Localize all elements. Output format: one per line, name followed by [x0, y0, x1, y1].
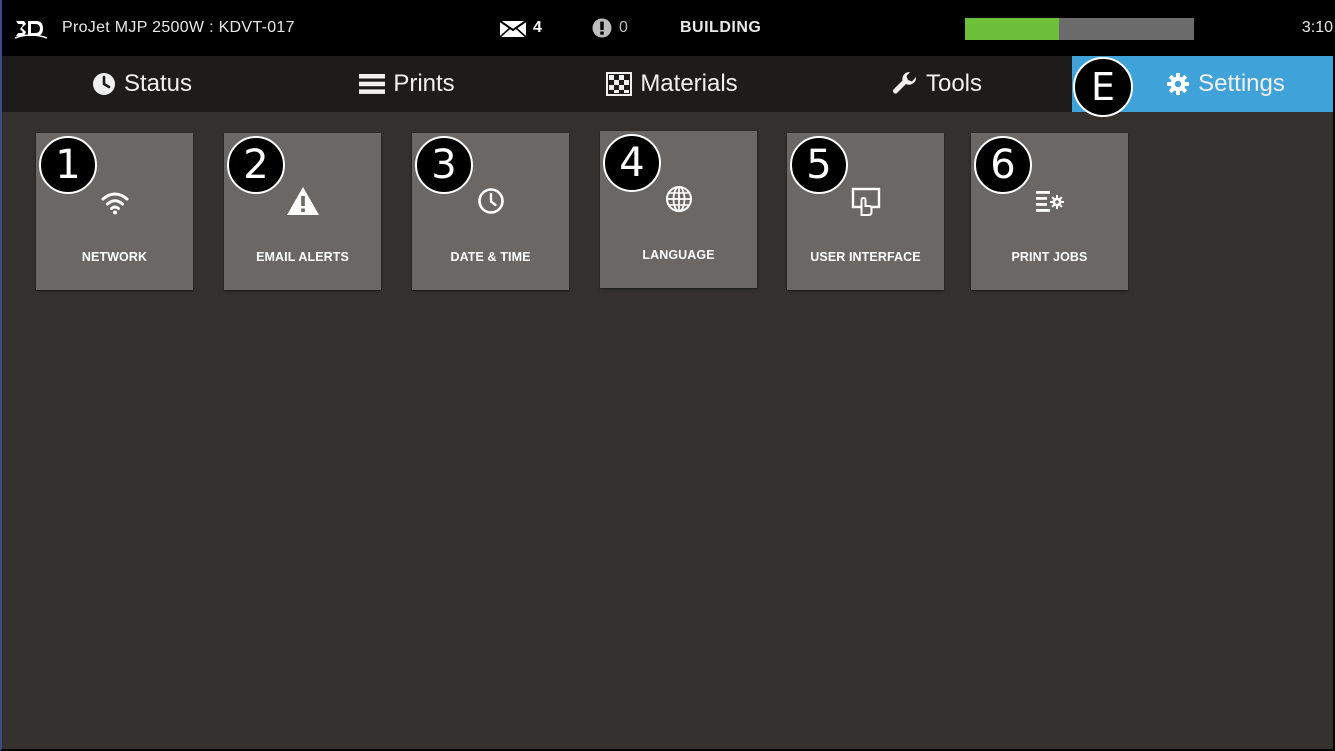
status-bar: ProJet MJP 2500W : KDVT-017 4 0 BUILDING…	[2, 0, 1333, 56]
3d-systems-logo-icon	[14, 21, 48, 39]
touch-screen-icon	[851, 187, 880, 216]
tab-prints-label: Prints	[393, 70, 455, 97]
job-settings-icon	[1035, 191, 1064, 212]
tile-label: DATE & TIME	[450, 250, 531, 264]
clock-icon	[477, 188, 504, 214]
tab-tools-label: Tools	[925, 70, 983, 97]
tab-tools[interactable]: Tools	[837, 56, 1037, 112]
tile-label: EMAIL ALERTS	[256, 250, 349, 264]
tab-status[interactable]: Status	[42, 56, 242, 112]
callout-marker-5: 5	[790, 136, 848, 194]
list-icon	[359, 74, 386, 94]
tab-prints[interactable]: Prints	[307, 56, 507, 112]
callout-marker-4: 4	[603, 134, 661, 192]
build-state: BUILDING	[680, 19, 762, 36]
print-jobs-tile[interactable]: 6 PRINT JOBS	[971, 133, 1128, 290]
wifi-icon	[101, 192, 128, 215]
printer-name: ProJet MJP 2500W : KDVT-017	[62, 19, 295, 36]
gear-icon	[1167, 73, 1190, 95]
tab-materials-label: Materials	[640, 70, 738, 97]
tab-settings-label: Settings	[1198, 70, 1285, 97]
clock-icon	[92, 73, 115, 95]
language-tile[interactable]: 4 LANGUAGE	[600, 131, 757, 288]
globe-icon	[665, 186, 692, 212]
callout-marker-6: 6	[974, 136, 1032, 194]
build-progress-bar	[965, 18, 1194, 40]
tab-status-label: Status	[123, 70, 193, 97]
checker-icon	[606, 72, 633, 96]
date-time-tile[interactable]: 3 DATE & TIME	[412, 133, 569, 290]
tile-label: PRINT JOBS	[1011, 250, 1088, 264]
wrench-icon	[892, 71, 917, 94]
exclamation-icon[interactable]	[592, 18, 612, 38]
callout-marker-2: 2	[227, 136, 285, 194]
envelope-icon[interactable]	[499, 20, 527, 38]
main-tab-bar: Status Prints Materials Tools Settings	[2, 56, 1333, 112]
printer-settings-screen: ProJet MJP 2500W : KDVT-017 4 0 BUILDING…	[0, 0, 1335, 751]
email-alerts-tile[interactable]: 2 EMAIL ALERTS	[224, 133, 381, 290]
user-interface-tile[interactable]: 5 USER INTERFACE	[787, 133, 944, 290]
callout-marker-e: E	[1073, 57, 1133, 117]
tile-label: LANGUAGE	[642, 248, 715, 262]
callout-marker-1: 1	[39, 136, 97, 194]
tab-materials[interactable]: Materials	[572, 56, 772, 112]
callout-marker-3: 3	[415, 136, 473, 194]
build-progress-fill	[965, 18, 1059, 40]
message-count[interactable]: 4	[533, 19, 542, 37]
tile-label: USER INTERFACE	[810, 250, 921, 264]
warning-icon	[286, 187, 319, 215]
tile-label: NETWORK	[81, 250, 148, 264]
network-settings-tile[interactable]: 1 NETWORK	[36, 133, 193, 290]
alert-count[interactable]: 0	[619, 19, 628, 37]
clock: 3:10	[1301, 19, 1333, 36]
